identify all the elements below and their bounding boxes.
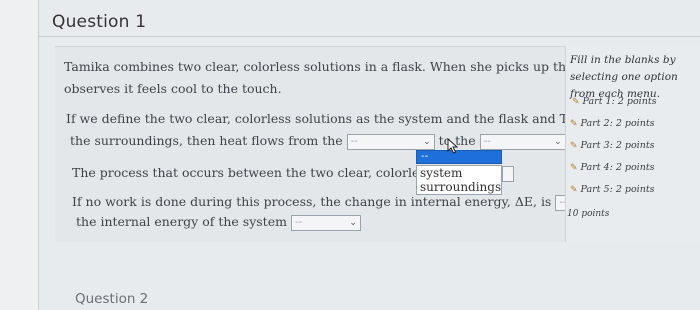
- part3-line-2: the internal energy of the system -- ⌄: [76, 213, 361, 231]
- sidebar-part-5: ✎ Part 5: 2 points: [570, 184, 655, 195]
- sidebar-part-1: ✎ Part 1: 2 points: [572, 96, 657, 107]
- question-2-title[interactable]: Question 2: [75, 291, 148, 307]
- pencil-icon: ✎: [572, 97, 580, 107]
- dropdown-option-system[interactable]: system: [417, 166, 501, 180]
- pencil-icon: ✎: [570, 119, 578, 129]
- open-dropdown-value: --: [421, 151, 429, 162]
- part3-prefix: If no work is done during this process, …: [72, 194, 552, 209]
- sidebar-part-2: ✎ Part 2: 2 points: [570, 118, 655, 129]
- part4-prefix: the internal energy of the system: [76, 214, 287, 229]
- dropdown-option-surroundings[interactable]: surroundings: [417, 180, 501, 194]
- part4-select[interactable]: -- ⌄: [290, 214, 361, 231]
- scenario-line-1: Tamika combines two clear, colorless sol…: [64, 59, 638, 74]
- chevron-down-icon: ⌄: [554, 136, 562, 147]
- dropdown-options-list: system surroundings: [416, 165, 502, 195]
- part1-select-2[interactable]: -- ⌄: [479, 133, 566, 150]
- chevron-down-icon: ⌄: [423, 136, 431, 147]
- question-1-title: Question 1: [52, 12, 147, 32]
- title-divider: [38, 36, 700, 37]
- part2-select[interactable]: [502, 166, 514, 182]
- pencil-icon: ✎: [570, 141, 578, 151]
- select-value: --: [294, 216, 303, 228]
- part1-select-1[interactable]: -- ⌄: [346, 133, 435, 150]
- select-value: --: [483, 135, 491, 147]
- part1-line-2: the surroundings, then heat flows from t…: [70, 132, 574, 150]
- chevron-down-icon: ⌄: [349, 217, 357, 228]
- scenario-line-2: observes it feels cool to the touch.: [64, 81, 282, 96]
- part1-prefix: the surroundings, then heat flows from t…: [70, 133, 343, 148]
- pencil-icon: ✎: [570, 163, 578, 173]
- select-value: --: [350, 135, 358, 147]
- part3-line-1: If no work is done during this process, …: [72, 193, 643, 211]
- sidebar-total-points: 10 points: [567, 209, 610, 219]
- pencil-icon: ✎: [570, 185, 578, 195]
- sidebar-part-3: ✎ Part 3: 2 points: [570, 140, 655, 151]
- sidebar-part-4: ✎ Part 4: 2 points: [570, 162, 655, 173]
